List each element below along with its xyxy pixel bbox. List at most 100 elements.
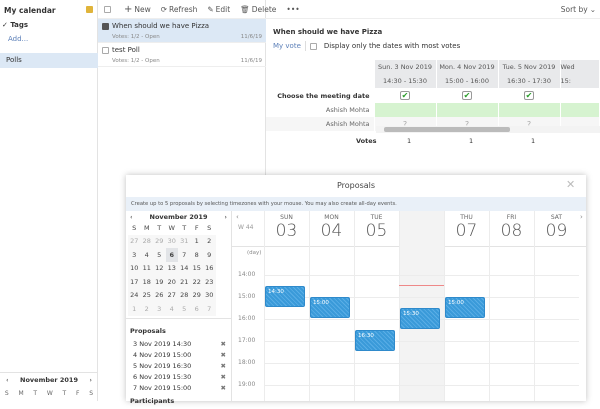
day-cell[interactable]: 14: [178, 262, 191, 276]
refresh-button[interactable]: ⟳ Refresh: [161, 5, 198, 14]
month-label: November: [149, 213, 188, 221]
day-cell[interactable]: 20: [166, 275, 179, 289]
select-all-checkbox[interactable]: [104, 5, 111, 13]
proposal-event[interactable]: 15:00: [310, 297, 350, 319]
list-item[interactable]: When should we have Pizza Votes: 1/2 - Op…: [98, 19, 266, 43]
hour-label: 19:00: [238, 381, 256, 389]
close-icon[interactable]: ✕: [566, 178, 575, 191]
edit-button[interactable]: ✎ Edit: [207, 5, 230, 14]
current-time-line: [399, 285, 444, 287]
add-tag-link[interactable]: Add...: [8, 35, 28, 43]
day-cell[interactable]: 21: [178, 275, 191, 289]
day-cell[interactable]: 8: [191, 248, 204, 262]
remove-icon[interactable]: ✖: [221, 340, 226, 348]
next-month-button[interactable]: ›: [89, 376, 92, 384]
day-cell[interactable]: 31: [178, 235, 191, 249]
remove-icon[interactable]: ✖: [221, 373, 226, 381]
remove-icon[interactable]: ✖: [221, 384, 226, 392]
day-cell[interactable]: 22: [191, 275, 204, 289]
day-cell[interactable]: 28: [178, 289, 191, 303]
day-cell[interactable]: 27: [166, 289, 179, 303]
most-votes-label: Display only the dates with most votes: [323, 42, 461, 50]
day-cell[interactable]: 3: [153, 302, 166, 316]
day-cell[interactable]: 10: [128, 262, 141, 276]
item-title: test Poll: [112, 46, 140, 54]
sort-button[interactable]: Sort by ⌄: [561, 5, 596, 14]
refresh-icon: ⟳: [160, 4, 168, 14]
proposal-event[interactable]: 16:30: [355, 330, 395, 352]
day-cell[interactable]: 7: [178, 248, 191, 262]
prev-month-button[interactable]: ‹: [6, 376, 9, 384]
sidebar-item-polls[interactable]: Polls: [0, 53, 98, 68]
day-cell[interactable]: 27: [128, 235, 141, 249]
day-cell[interactable]: 28: [141, 235, 154, 249]
day-cell[interactable]: 30: [166, 235, 179, 249]
next-week-button[interactable]: ›: [580, 213, 583, 221]
day-cell[interactable]: 5: [178, 302, 191, 316]
day-cell[interactable]: 2: [141, 302, 154, 316]
poll-detail: When should we have Pizza My vote Displa…: [266, 19, 600, 179]
tags-header[interactable]: ✓ Tags: [2, 21, 28, 29]
day-cell[interactable]: 4: [166, 302, 179, 316]
item-meta: Votes: 1/2 - Open: [112, 34, 160, 40]
scrollbar-thumb[interactable]: [384, 127, 510, 132]
day-cell[interactable]: 17: [128, 275, 141, 289]
day-cell[interactable]: 29: [191, 289, 204, 303]
day-cell[interactable]: 30: [203, 289, 216, 303]
remove-icon[interactable]: ✖: [221, 362, 226, 370]
proposal-date: 5 Nov 2019 16:30: [133, 361, 192, 370]
day-cell[interactable]: 6: [165, 248, 178, 262]
hour-label: 16:00: [238, 315, 256, 323]
day-cell[interactable]: 7: [203, 302, 216, 316]
check-icon[interactable]: ✔: [524, 91, 534, 100]
prev-month-button[interactable]: ‹: [130, 213, 133, 221]
proposal-event[interactable]: 15:30: [400, 308, 440, 330]
day-cell[interactable]: 15: [191, 262, 204, 276]
day-cell[interactable]: 26: [153, 289, 166, 303]
most-votes-checkbox[interactable]: [309, 42, 317, 50]
day-cell[interactable]: 16: [203, 262, 216, 276]
day-cell[interactable]: 4: [141, 248, 154, 262]
check-icon[interactable]: ✔: [400, 91, 410, 100]
day-cell[interactable]: 2: [203, 235, 216, 249]
item-checkbox[interactable]: [102, 46, 109, 54]
weekday: T: [62, 390, 67, 397]
proposal-event[interactable]: 15:00: [445, 297, 485, 319]
more-button[interactable]: •••: [286, 5, 299, 14]
day-cell[interactable]: 1: [191, 235, 204, 249]
date-header: Sun. 3 Nov 2019: [374, 60, 437, 74]
calendar-name[interactable]: My calendar: [4, 6, 56, 15]
delete-button[interactable]: 🗑 Delete: [240, 5, 276, 14]
next-month-button[interactable]: ›: [224, 213, 227, 221]
horizontal-scrollbar[interactable]: [376, 126, 600, 133]
day-cell[interactable]: 1: [128, 302, 141, 316]
new-button[interactable]: + New: [124, 4, 151, 15]
day-cell[interactable]: 18: [141, 275, 154, 289]
day-cell[interactable]: 25: [141, 289, 154, 303]
day-cell[interactable]: 12: [153, 262, 166, 276]
day-column[interactable]: [489, 211, 534, 401]
day-cell[interactable]: 29: [153, 235, 166, 249]
day-cell[interactable]: 19: [153, 275, 166, 289]
item-checkbox[interactable]: [102, 22, 109, 30]
day-cell[interactable]: 13: [166, 262, 179, 276]
day-cell[interactable]: 3: [128, 248, 141, 262]
day-cell[interactable]: 11: [141, 262, 154, 276]
day-column[interactable]: [399, 211, 444, 401]
calendar-color-swatch[interactable]: [86, 6, 93, 13]
day-cell[interactable]: 9: [203, 248, 216, 262]
check-icon[interactable]: ✔: [462, 91, 472, 100]
remove-icon[interactable]: ✖: [221, 351, 226, 359]
day-column[interactable]: [354, 211, 399, 401]
proposal-event[interactable]: 14:30: [265, 286, 305, 308]
mini-calendar-panel: ‹ November 2019 › S M T W T F S 27 28 29 30 31 1 2 3 4 5…: [126, 211, 232, 405]
my-vote-link[interactable]: My vote: [273, 42, 301, 50]
day-cell[interactable]: 6: [191, 302, 204, 316]
day-cell[interactable]: 24: [128, 289, 141, 303]
prev-week-button[interactable]: ‹: [236, 213, 239, 221]
day-column[interactable]: [534, 211, 579, 401]
list-item[interactable]: test Poll Votes: 1/2 - Open 11/6/19: [98, 43, 266, 67]
pencil-icon: ✎: [207, 4, 214, 14]
day-cell[interactable]: 23: [203, 275, 216, 289]
day-cell[interactable]: 5: [153, 248, 166, 262]
